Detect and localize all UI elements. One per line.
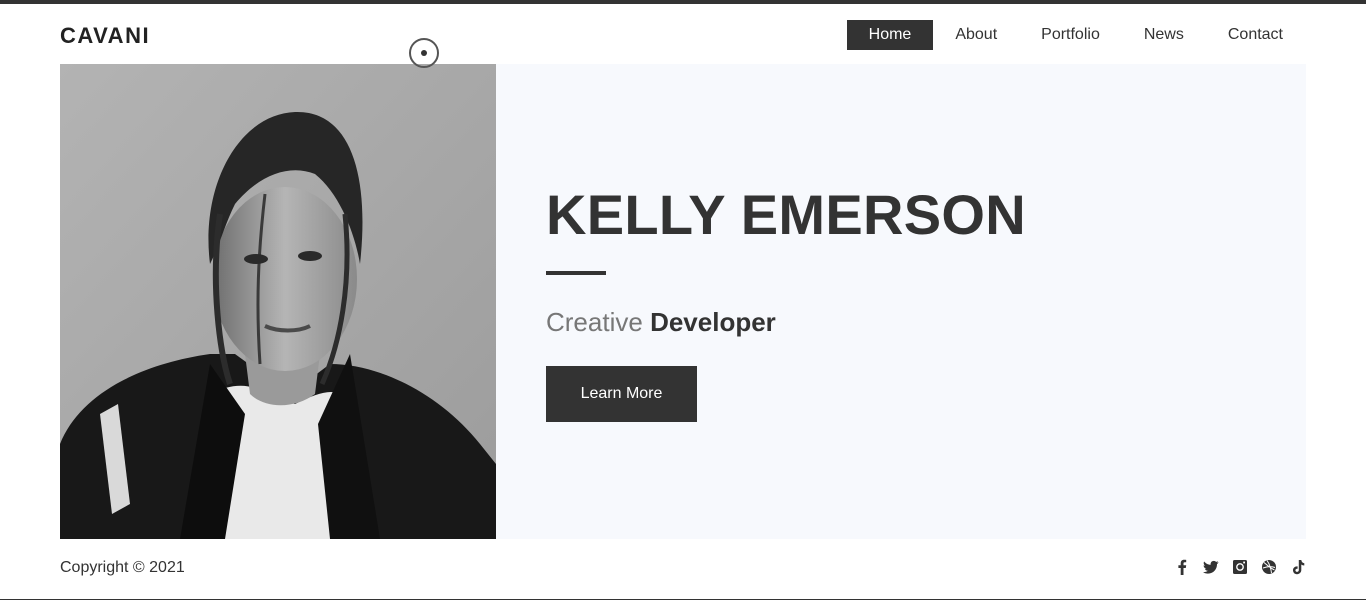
logo[interactable]: CAVANI: [60, 23, 150, 49]
dribbble-icon[interactable]: [1261, 558, 1277, 576]
nav-about[interactable]: About: [933, 20, 1019, 50]
hero-name: KELLY EMERSON: [546, 183, 1027, 246]
hero-section: KELLY EMERSON Creative Developer Learn M…: [60, 64, 1306, 539]
facebook-icon[interactable]: [1174, 558, 1190, 576]
copyright-text: Copyright © 2021: [60, 559, 185, 576]
nav-portfolio[interactable]: Portfolio: [1019, 20, 1122, 50]
instagram-icon[interactable]: [1232, 558, 1248, 576]
nav-contact[interactable]: Contact: [1206, 20, 1305, 50]
learn-more-button[interactable]: Learn More: [546, 366, 697, 422]
job-title-light: Creative: [546, 307, 643, 337]
cursor-icon: [409, 38, 439, 68]
job-title: Creative Developer: [546, 307, 776, 338]
cursor-dot-icon: [421, 50, 427, 56]
site-header: CAVANI Home About Portfolio News Contact: [0, 4, 1366, 64]
site-footer: Copyright © 2021: [0, 539, 1366, 599]
title-divider: [546, 271, 606, 275]
job-title-bold: Developer: [650, 307, 776, 337]
nav-home[interactable]: Home: [846, 20, 934, 50]
tiktok-icon[interactable]: [1290, 558, 1306, 576]
main-nav: Home About Portfolio News Contact: [846, 20, 1305, 50]
social-links: [1161, 558, 1306, 576]
nav-news[interactable]: News: [1122, 20, 1206, 50]
hero-content: KELLY EMERSON Creative Developer Learn M…: [546, 64, 1286, 539]
twitter-icon[interactable]: [1203, 558, 1219, 576]
portrait-photo-icon: [60, 64, 496, 539]
portrait-image: [60, 64, 496, 539]
